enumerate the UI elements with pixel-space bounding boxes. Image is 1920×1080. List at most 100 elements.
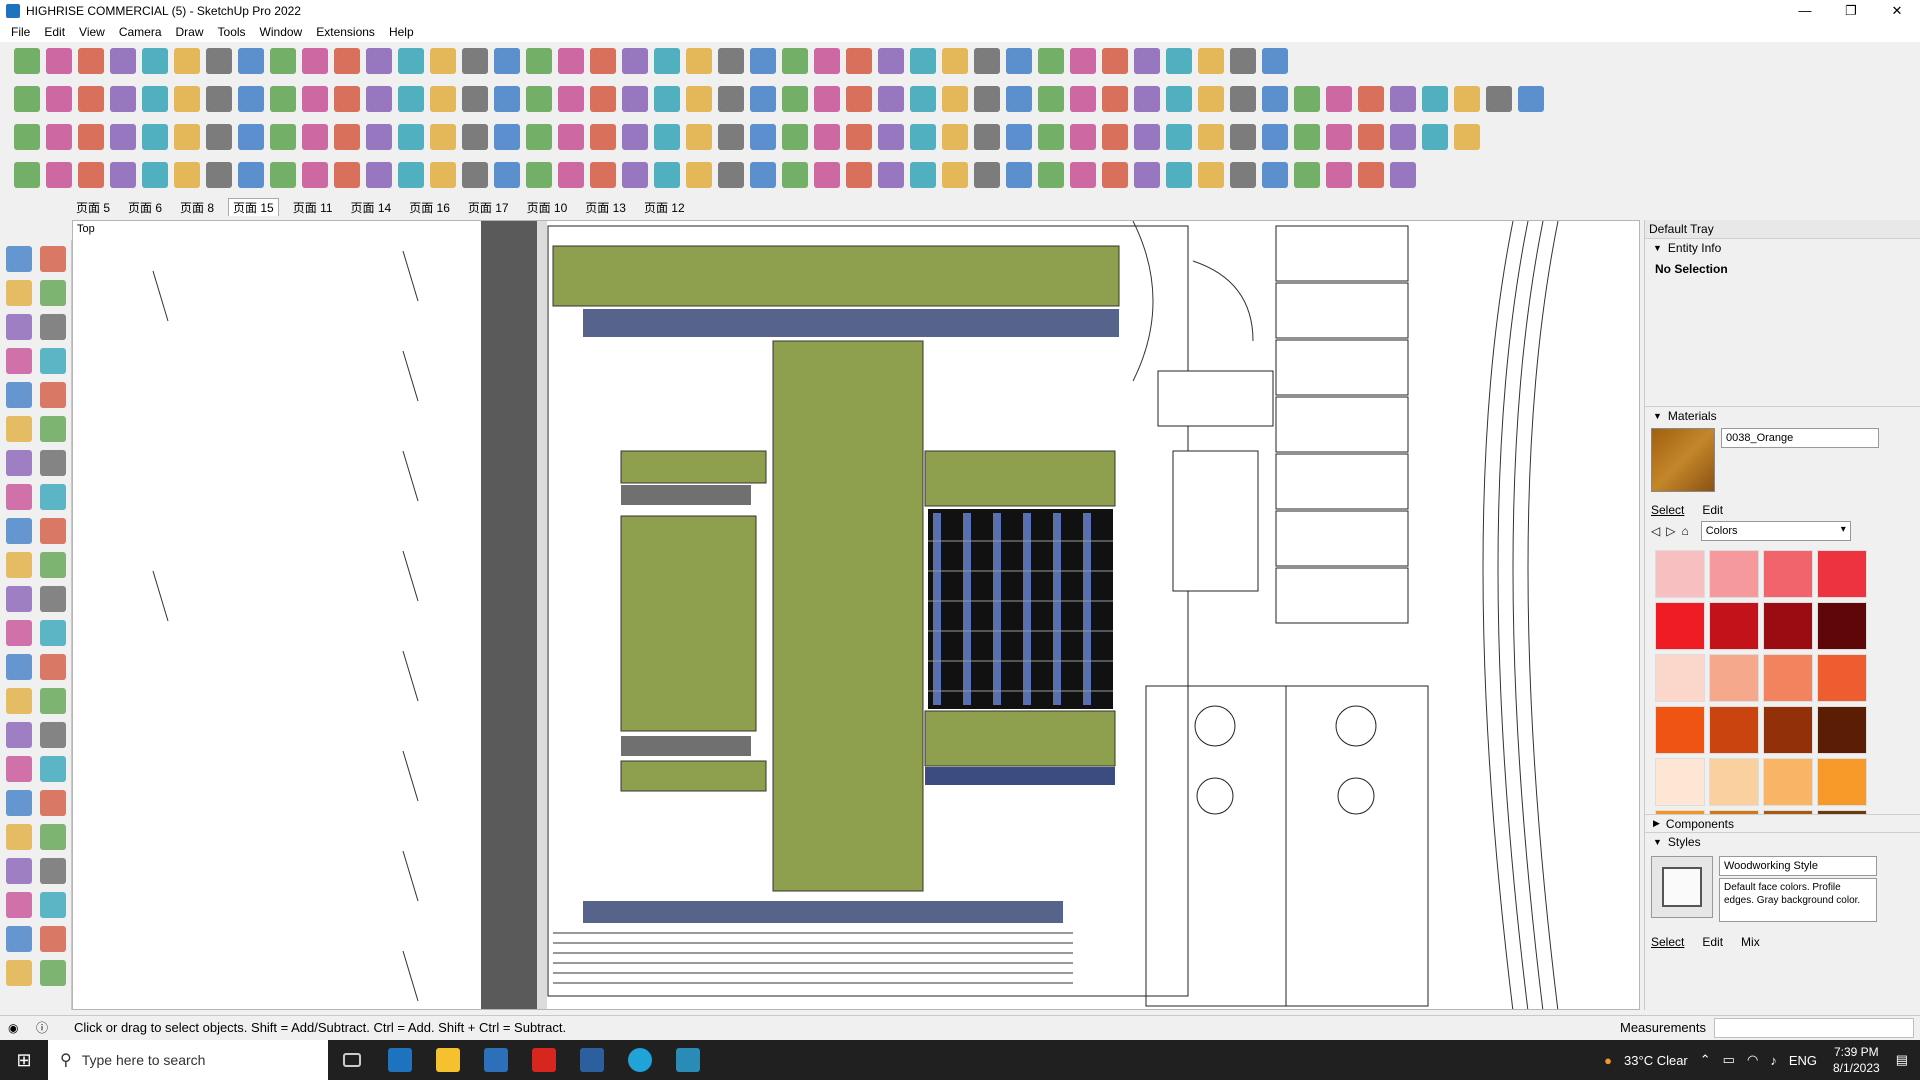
toolbar-tool-icon[interactable] xyxy=(494,162,520,188)
scene-tab[interactable]: 页面 5 xyxy=(72,199,114,216)
toolbar-tool-icon[interactable] xyxy=(590,48,616,74)
toolbar-tool-icon[interactable] xyxy=(174,162,200,188)
tool-icon[interactable] xyxy=(6,654,32,680)
toolbar-tool-icon[interactable] xyxy=(814,124,840,150)
toolbar-tool-icon[interactable] xyxy=(558,86,584,112)
toolbar-tool-icon[interactable] xyxy=(366,124,392,150)
toolbar-tool-icon[interactable] xyxy=(430,86,456,112)
toolbar-tool-icon[interactable] xyxy=(1294,86,1320,112)
minimize-button[interactable]: — xyxy=(1782,0,1828,22)
scene-tab[interactable]: 页面 11 xyxy=(289,199,337,216)
tool-icon[interactable] xyxy=(40,382,66,408)
tool-icon[interactable] xyxy=(6,858,32,884)
toolbar-tool-icon[interactable] xyxy=(270,162,296,188)
tool-icon[interactable] xyxy=(40,790,66,816)
toolbar-tool-icon[interactable] xyxy=(302,124,328,150)
toolbar-tool-icon[interactable] xyxy=(1390,162,1416,188)
toolbar-tool-icon[interactable] xyxy=(814,162,840,188)
toolbar-tool-icon[interactable] xyxy=(622,124,648,150)
toolbar-tool-icon[interactable] xyxy=(1262,162,1288,188)
tool-icon[interactable] xyxy=(6,926,32,952)
maximize-button[interactable]: ❐ xyxy=(1828,0,1874,22)
toolbar-tool-icon[interactable] xyxy=(1390,86,1416,112)
tool-icon[interactable] xyxy=(40,756,66,782)
clock[interactable]: 7:39 PM 8/1/2023 xyxy=(1833,1044,1880,1076)
toolbar-tool-icon[interactable] xyxy=(398,86,424,112)
toolbar-tool-icon[interactable] xyxy=(302,48,328,74)
toolbar-tool-icon[interactable] xyxy=(1326,162,1352,188)
style-thumbnail[interactable] xyxy=(1651,856,1713,918)
toolbar-tool-icon[interactable] xyxy=(110,162,136,188)
toolbar-tool-icon[interactable] xyxy=(750,162,776,188)
app-3[interactable] xyxy=(664,1040,712,1080)
toolbar-tool-icon[interactable] xyxy=(366,86,392,112)
toolbar-tool-icon[interactable] xyxy=(302,86,328,112)
scene-tab[interactable]: 页面 17 xyxy=(464,199,513,216)
toolbar-tool-icon[interactable] xyxy=(1198,124,1224,150)
styles-tab-select[interactable]: Select xyxy=(1651,935,1684,949)
toolbar-tool-icon[interactable] xyxy=(1518,86,1544,112)
tool-icon[interactable] xyxy=(6,688,32,714)
toolbar-tool-icon[interactable] xyxy=(494,86,520,112)
toolbar-tool-icon[interactable] xyxy=(1198,48,1224,74)
toolbar-tool-icon[interactable] xyxy=(814,48,840,74)
tool-icon[interactable] xyxy=(40,960,66,986)
menu-view[interactable]: View xyxy=(79,25,105,39)
toolbar-tool-icon[interactable] xyxy=(718,48,744,74)
menu-camera[interactable]: Camera xyxy=(119,25,162,39)
material-color-swatch[interactable] xyxy=(1655,602,1705,650)
toolbar-tool-icon[interactable] xyxy=(1038,86,1064,112)
toolbar-tool-icon[interactable] xyxy=(1390,124,1416,150)
tool-icon[interactable] xyxy=(6,484,32,510)
toolbar-tool-icon[interactable] xyxy=(462,86,488,112)
toolbar-tool-icon[interactable] xyxy=(590,124,616,150)
toolbar-tool-icon[interactable] xyxy=(270,86,296,112)
toolbar-tool-icon[interactable] xyxy=(238,48,264,74)
toolbar-tool-icon[interactable] xyxy=(846,48,872,74)
tool-icon[interactable] xyxy=(40,688,66,714)
toolbar-tool-icon[interactable] xyxy=(398,48,424,74)
scene-tab[interactable]: 页面 12 xyxy=(640,199,689,216)
toolbar-tool-icon[interactable] xyxy=(430,162,456,188)
tool-icon[interactable] xyxy=(40,314,66,340)
toolbar-tool-icon[interactable] xyxy=(1102,162,1128,188)
toolbar-tool-icon[interactable] xyxy=(270,48,296,74)
toolbar-tool-icon[interactable] xyxy=(78,162,104,188)
scene-tab[interactable]: 页面 10 xyxy=(523,199,572,216)
tool-icon[interactable] xyxy=(6,756,32,782)
toolbar-tool-icon[interactable] xyxy=(526,48,552,74)
material-color-swatch[interactable] xyxy=(1655,758,1705,806)
toolbar-tool-icon[interactable] xyxy=(1262,48,1288,74)
material-color-swatch[interactable] xyxy=(1709,810,1759,814)
toolbar-tool-icon[interactable] xyxy=(1294,124,1320,150)
material-color-swatch[interactable] xyxy=(1655,654,1705,702)
toolbar-tool-icon[interactable] xyxy=(878,124,904,150)
tool-icon[interactable] xyxy=(40,926,66,952)
wifi-icon[interactable]: ◠ xyxy=(1747,1052,1758,1068)
toolbar-tool-icon[interactable] xyxy=(942,86,968,112)
network-icon[interactable]: ▭ xyxy=(1723,1052,1735,1068)
toolbar-tool-icon[interactable] xyxy=(974,86,1000,112)
sketchup-app[interactable] xyxy=(472,1040,520,1080)
toolbar-tool-icon[interactable] xyxy=(654,162,680,188)
toolbar-tool-icon[interactable] xyxy=(46,124,72,150)
toolbar-tool-icon[interactable] xyxy=(878,162,904,188)
material-color-swatch[interactable] xyxy=(1763,706,1813,754)
toolbar-tool-icon[interactable] xyxy=(686,48,712,74)
toolbar-tool-icon[interactable] xyxy=(846,86,872,112)
tool-icon[interactable] xyxy=(40,620,66,646)
toolbar-tool-icon[interactable] xyxy=(238,124,264,150)
toolbar-tool-icon[interactable] xyxy=(878,86,904,112)
toolbar-tool-icon[interactable] xyxy=(1038,48,1064,74)
toolbar-tool-icon[interactable] xyxy=(686,124,712,150)
toolbar-tool-icon[interactable] xyxy=(1166,48,1192,74)
tool-icon[interactable] xyxy=(40,858,66,884)
toolbar-tool-icon[interactable] xyxy=(110,48,136,74)
toolbar-tool-icon[interactable] xyxy=(334,86,360,112)
material-color-swatch[interactable] xyxy=(1817,706,1867,754)
toolbar-tool-icon[interactable] xyxy=(1422,124,1448,150)
toolbar-tool-icon[interactable] xyxy=(1006,86,1032,112)
toolbar-tool-icon[interactable] xyxy=(1166,124,1192,150)
toolbar-tool-icon[interactable] xyxy=(654,124,680,150)
toolbar-tool-icon[interactable] xyxy=(462,124,488,150)
